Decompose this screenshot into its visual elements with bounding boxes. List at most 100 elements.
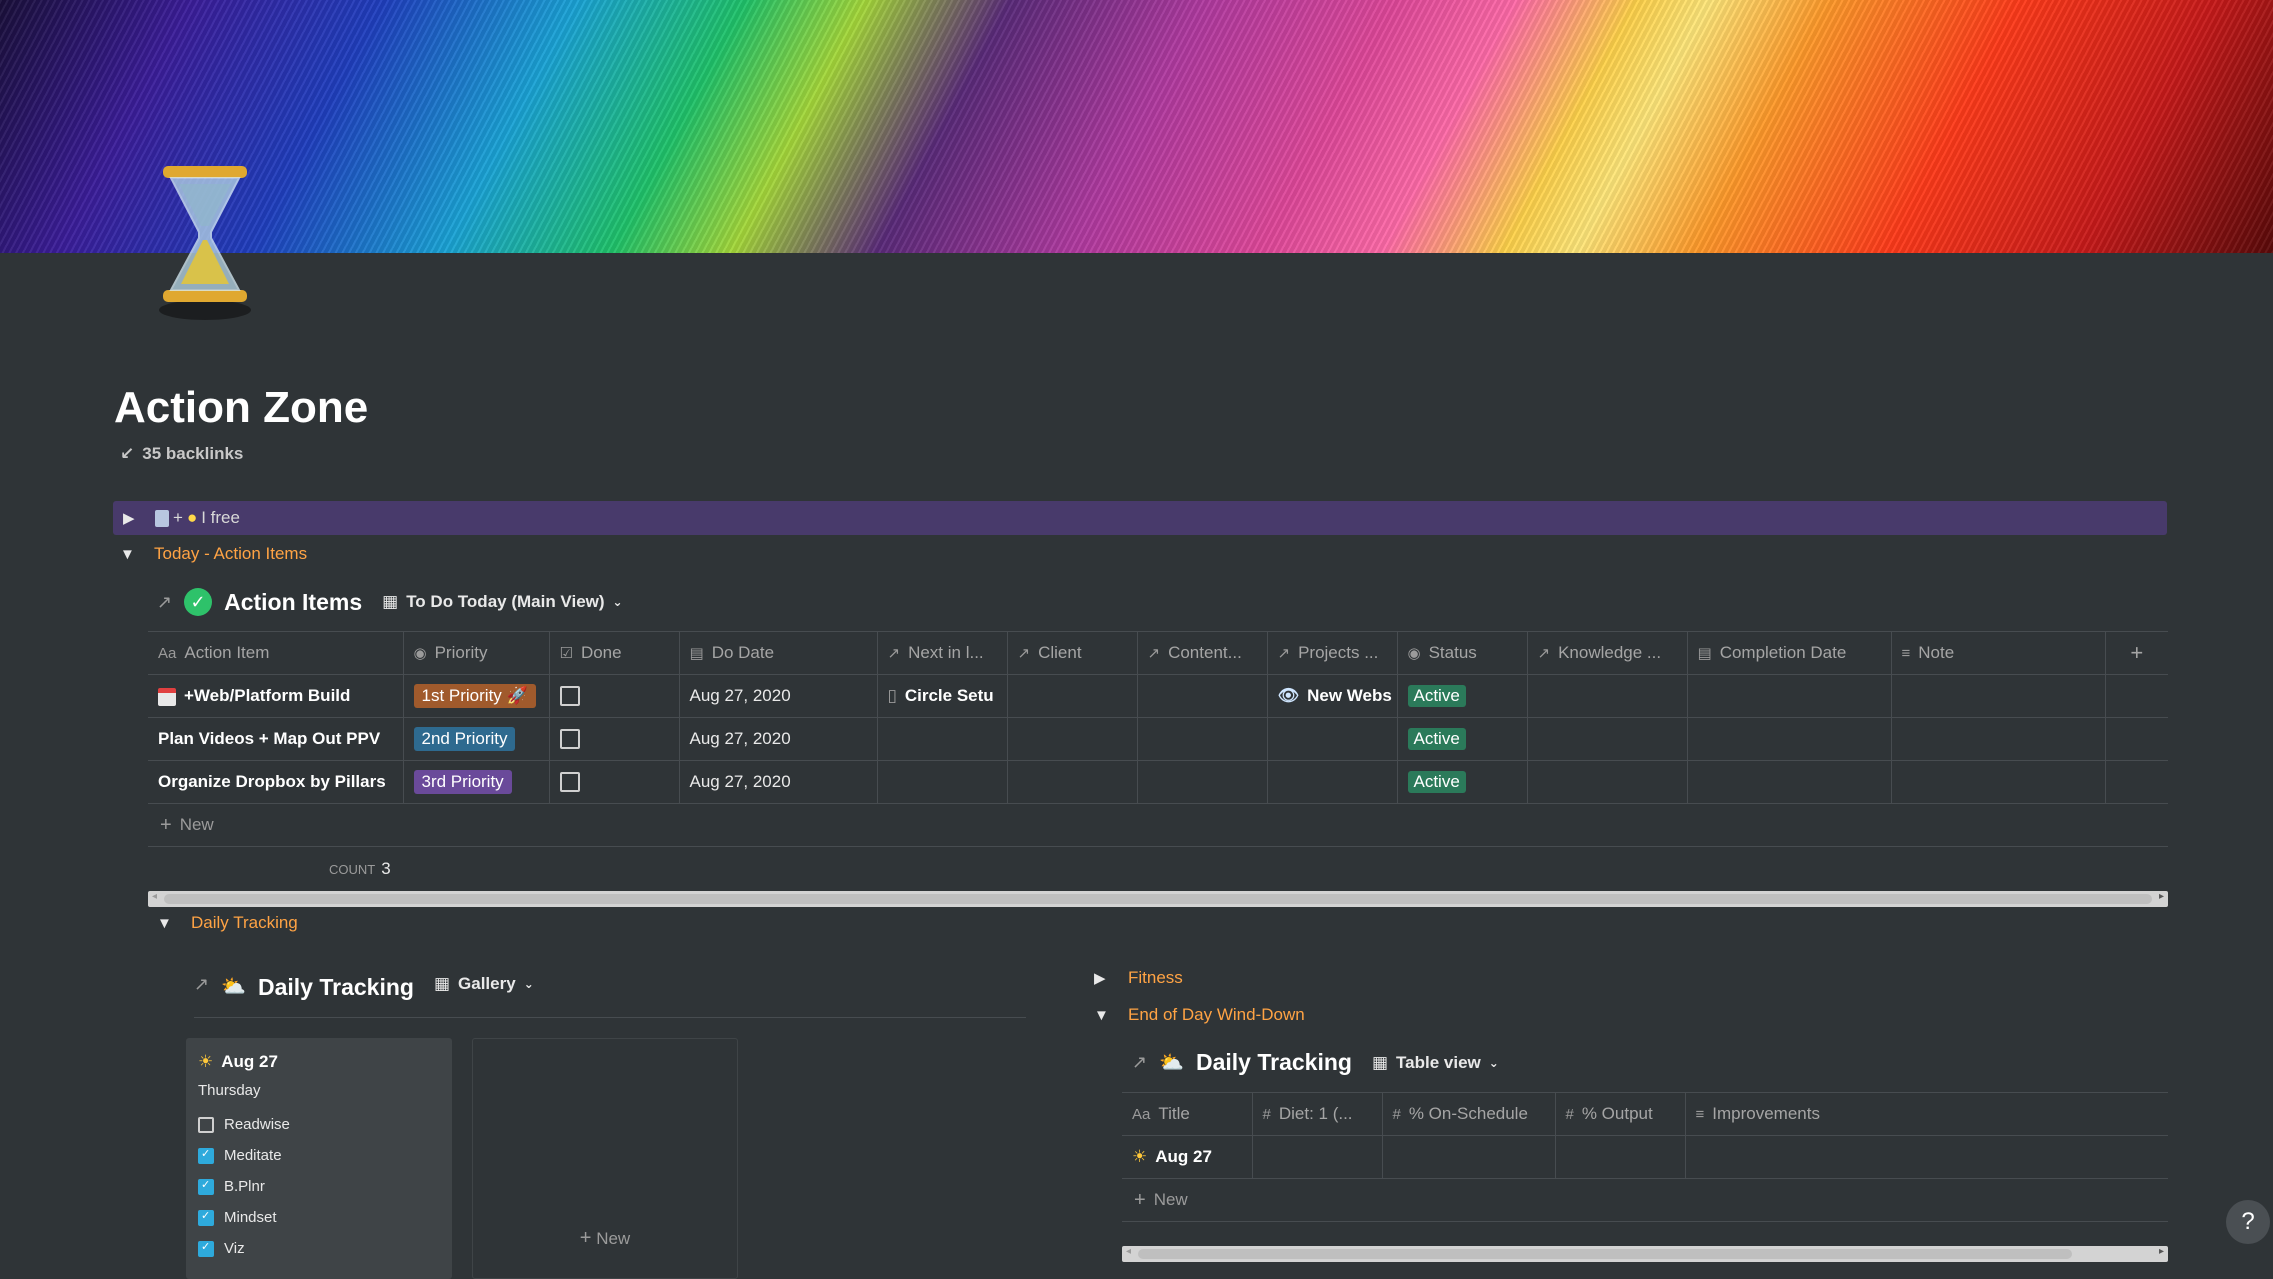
action-view-selector[interactable]: ▦ To Do Today (Main View) ⌄ xyxy=(382,592,622,612)
scroll-right-icon[interactable]: ▸ xyxy=(2159,1246,2164,1257)
cell-knowledge[interactable] xyxy=(1527,760,1688,804)
cell-done[interactable] xyxy=(549,717,680,761)
cell-done[interactable] xyxy=(549,674,680,718)
scroll-thumb[interactable] xyxy=(164,894,2152,904)
cell-completion-date[interactable] xyxy=(1687,674,1892,718)
cell-next[interactable]: ▯ Circle Setu xyxy=(877,674,1008,718)
backlinks[interactable]: ↙ 35 backlinks xyxy=(120,444,243,464)
hourglass-icon[interactable] xyxy=(155,160,255,325)
cell-done[interactable] xyxy=(549,760,680,804)
col-knowledge[interactable]: ↗ Knowledge ... xyxy=(1527,631,1688,675)
habit-item[interactable]: Mindset xyxy=(198,1202,440,1233)
open-link-icon[interactable]: ↗ xyxy=(194,974,209,995)
habit-checkbox[interactable] xyxy=(198,1240,214,1257)
table-db-title[interactable]: Daily Tracking xyxy=(1196,1049,1352,1076)
col-priority[interactable]: ◉ Priority xyxy=(403,631,550,675)
section-eod[interactable]: ▼ End of Day Wind-Down xyxy=(1094,1005,1305,1025)
cell-content[interactable] xyxy=(1137,674,1268,718)
habit-checkbox[interactable] xyxy=(198,1209,214,1226)
gallery-db-title[interactable]: Daily Tracking xyxy=(258,974,414,1001)
done-checkbox[interactable] xyxy=(559,772,580,793)
table-row[interactable]: +Web/Platform Build 1st Priority 🚀 Aug 2… xyxy=(148,674,2168,718)
horizontal-scrollbar[interactable]: ◂ ▸ xyxy=(1122,1246,2168,1262)
col-on-schedule[interactable]: #% On-Schedule xyxy=(1382,1092,1556,1136)
add-row-button[interactable]: + New xyxy=(148,804,2168,847)
cell-diet[interactable] xyxy=(1252,1135,1383,1179)
table-row[interactable]: Organize Dropbox by Pillars 3rd Priority… xyxy=(148,760,2168,804)
gallery-view-selector[interactable]: ▦ Gallery ⌄ xyxy=(434,974,534,994)
page-cover[interactable] xyxy=(0,0,2273,253)
toggle-down-icon[interactable]: ▼ xyxy=(157,915,173,932)
scroll-left-icon[interactable]: ◂ xyxy=(1126,1246,1131,1257)
table-row[interactable]: ☀ Aug 27 xyxy=(1122,1135,2168,1179)
cell-status[interactable]: Active xyxy=(1397,674,1528,718)
cell-projects[interactable]: 👁 New Webs xyxy=(1267,674,1398,718)
horizontal-scrollbar[interactable]: ◂ ▸ xyxy=(148,891,2168,907)
cell-projects[interactable] xyxy=(1267,717,1398,761)
cell-content[interactable] xyxy=(1137,717,1268,761)
col-do-date[interactable]: ▤ Do Date xyxy=(679,631,878,675)
habit-item[interactable]: Meditate xyxy=(198,1140,440,1171)
cell-action-item[interactable]: +Web/Platform Build xyxy=(148,674,404,718)
cell-priority[interactable]: 3rd Priority xyxy=(403,760,550,804)
col-content[interactable]: ↗ Content... xyxy=(1137,631,1268,675)
cell-note[interactable] xyxy=(1891,717,2106,761)
open-link-icon[interactable]: ↗ xyxy=(157,592,172,613)
col-client[interactable]: ↗ Client xyxy=(1007,631,1138,675)
col-completion-date[interactable]: ▤ Completion Date xyxy=(1687,631,1892,675)
cell-content[interactable] xyxy=(1137,760,1268,804)
cell-action-item[interactable]: Plan Videos + Map Out PPV xyxy=(148,717,404,761)
col-projects[interactable]: ↗ Projects ... xyxy=(1267,631,1398,675)
cell-title[interactable]: ☀ Aug 27 xyxy=(1122,1135,1253,1179)
cell-do-date[interactable]: Aug 27, 2020 xyxy=(679,717,878,761)
section-daily[interactable]: ▼ Daily Tracking xyxy=(157,913,298,933)
col-done[interactable]: ☑ Done xyxy=(549,631,680,675)
toggle-right-icon[interactable]: ▶ xyxy=(123,509,139,527)
cell-client[interactable] xyxy=(1007,674,1138,718)
col-action-item[interactable]: Aa Action Item xyxy=(148,631,404,675)
table-row[interactable]: Plan Videos + Map Out PPV 2nd Priority A… xyxy=(148,717,2168,761)
done-checkbox[interactable] xyxy=(559,686,580,707)
cell-projects[interactable] xyxy=(1267,760,1398,804)
cell-knowledge[interactable] xyxy=(1527,717,1688,761)
col-diet[interactable]: # Diet: 1 (... xyxy=(1252,1092,1383,1136)
col-output[interactable]: #% Output xyxy=(1555,1092,1686,1136)
toggle-down-icon[interactable]: ▼ xyxy=(1094,1007,1110,1024)
col-status[interactable]: ◉ Status xyxy=(1397,631,1528,675)
cell-client[interactable] xyxy=(1007,717,1138,761)
scroll-right-icon[interactable]: ▸ xyxy=(2159,891,2164,902)
cell-note[interactable] xyxy=(1891,760,2106,804)
section-fitness[interactable]: ▶ Fitness xyxy=(1094,968,1183,988)
col-note[interactable]: ≡ Note xyxy=(1891,631,2106,675)
cell-priority[interactable]: 1st Priority 🚀 xyxy=(403,674,550,718)
scroll-left-icon[interactable]: ◂ xyxy=(152,891,157,902)
habit-checkbox[interactable] xyxy=(198,1178,214,1195)
cell-note[interactable] xyxy=(1891,674,2106,718)
toggle-down-icon[interactable]: ▼ xyxy=(120,546,136,563)
habit-checkbox[interactable] xyxy=(198,1147,214,1164)
habit-checkbox[interactable] xyxy=(198,1116,214,1133)
scroll-thumb[interactable] xyxy=(1138,1249,2072,1259)
cell-next[interactable] xyxy=(877,760,1008,804)
cell-improvements[interactable] xyxy=(1685,1135,2168,1179)
cell-do-date[interactable]: Aug 27, 2020 xyxy=(679,674,878,718)
col-next[interactable]: ↗ Next in l... xyxy=(877,631,1008,675)
cell-priority[interactable]: 2nd Priority xyxy=(403,717,550,761)
gallery-card[interactable]: ☀ Aug 27 Thursday Readwise Meditate B.Pl… xyxy=(186,1038,452,1279)
done-checkbox[interactable] xyxy=(559,729,580,750)
col-title[interactable]: Aa Title xyxy=(1122,1092,1253,1136)
add-column-button[interactable]: + xyxy=(2105,631,2168,675)
help-button[interactable]: ? xyxy=(2226,1200,2270,1244)
cell-do-date[interactable]: Aug 27, 2020 xyxy=(679,760,878,804)
habit-item[interactable]: Viz xyxy=(198,1233,440,1264)
gallery-new-card[interactable]: + New xyxy=(472,1038,738,1279)
cell-output[interactable] xyxy=(1555,1135,1686,1179)
habit-item[interactable]: B.Plnr xyxy=(198,1171,440,1202)
cell-status[interactable]: Active xyxy=(1397,717,1528,761)
add-row-button[interactable]: + New xyxy=(1122,1179,2168,1222)
open-link-icon[interactable]: ↗ xyxy=(1132,1052,1147,1073)
action-db-title[interactable]: Action Items xyxy=(224,589,362,616)
cell-completion-date[interactable] xyxy=(1687,717,1892,761)
habit-item[interactable]: Readwise xyxy=(198,1109,440,1140)
count-footer[interactable]: COUNT 3 xyxy=(148,847,2168,891)
